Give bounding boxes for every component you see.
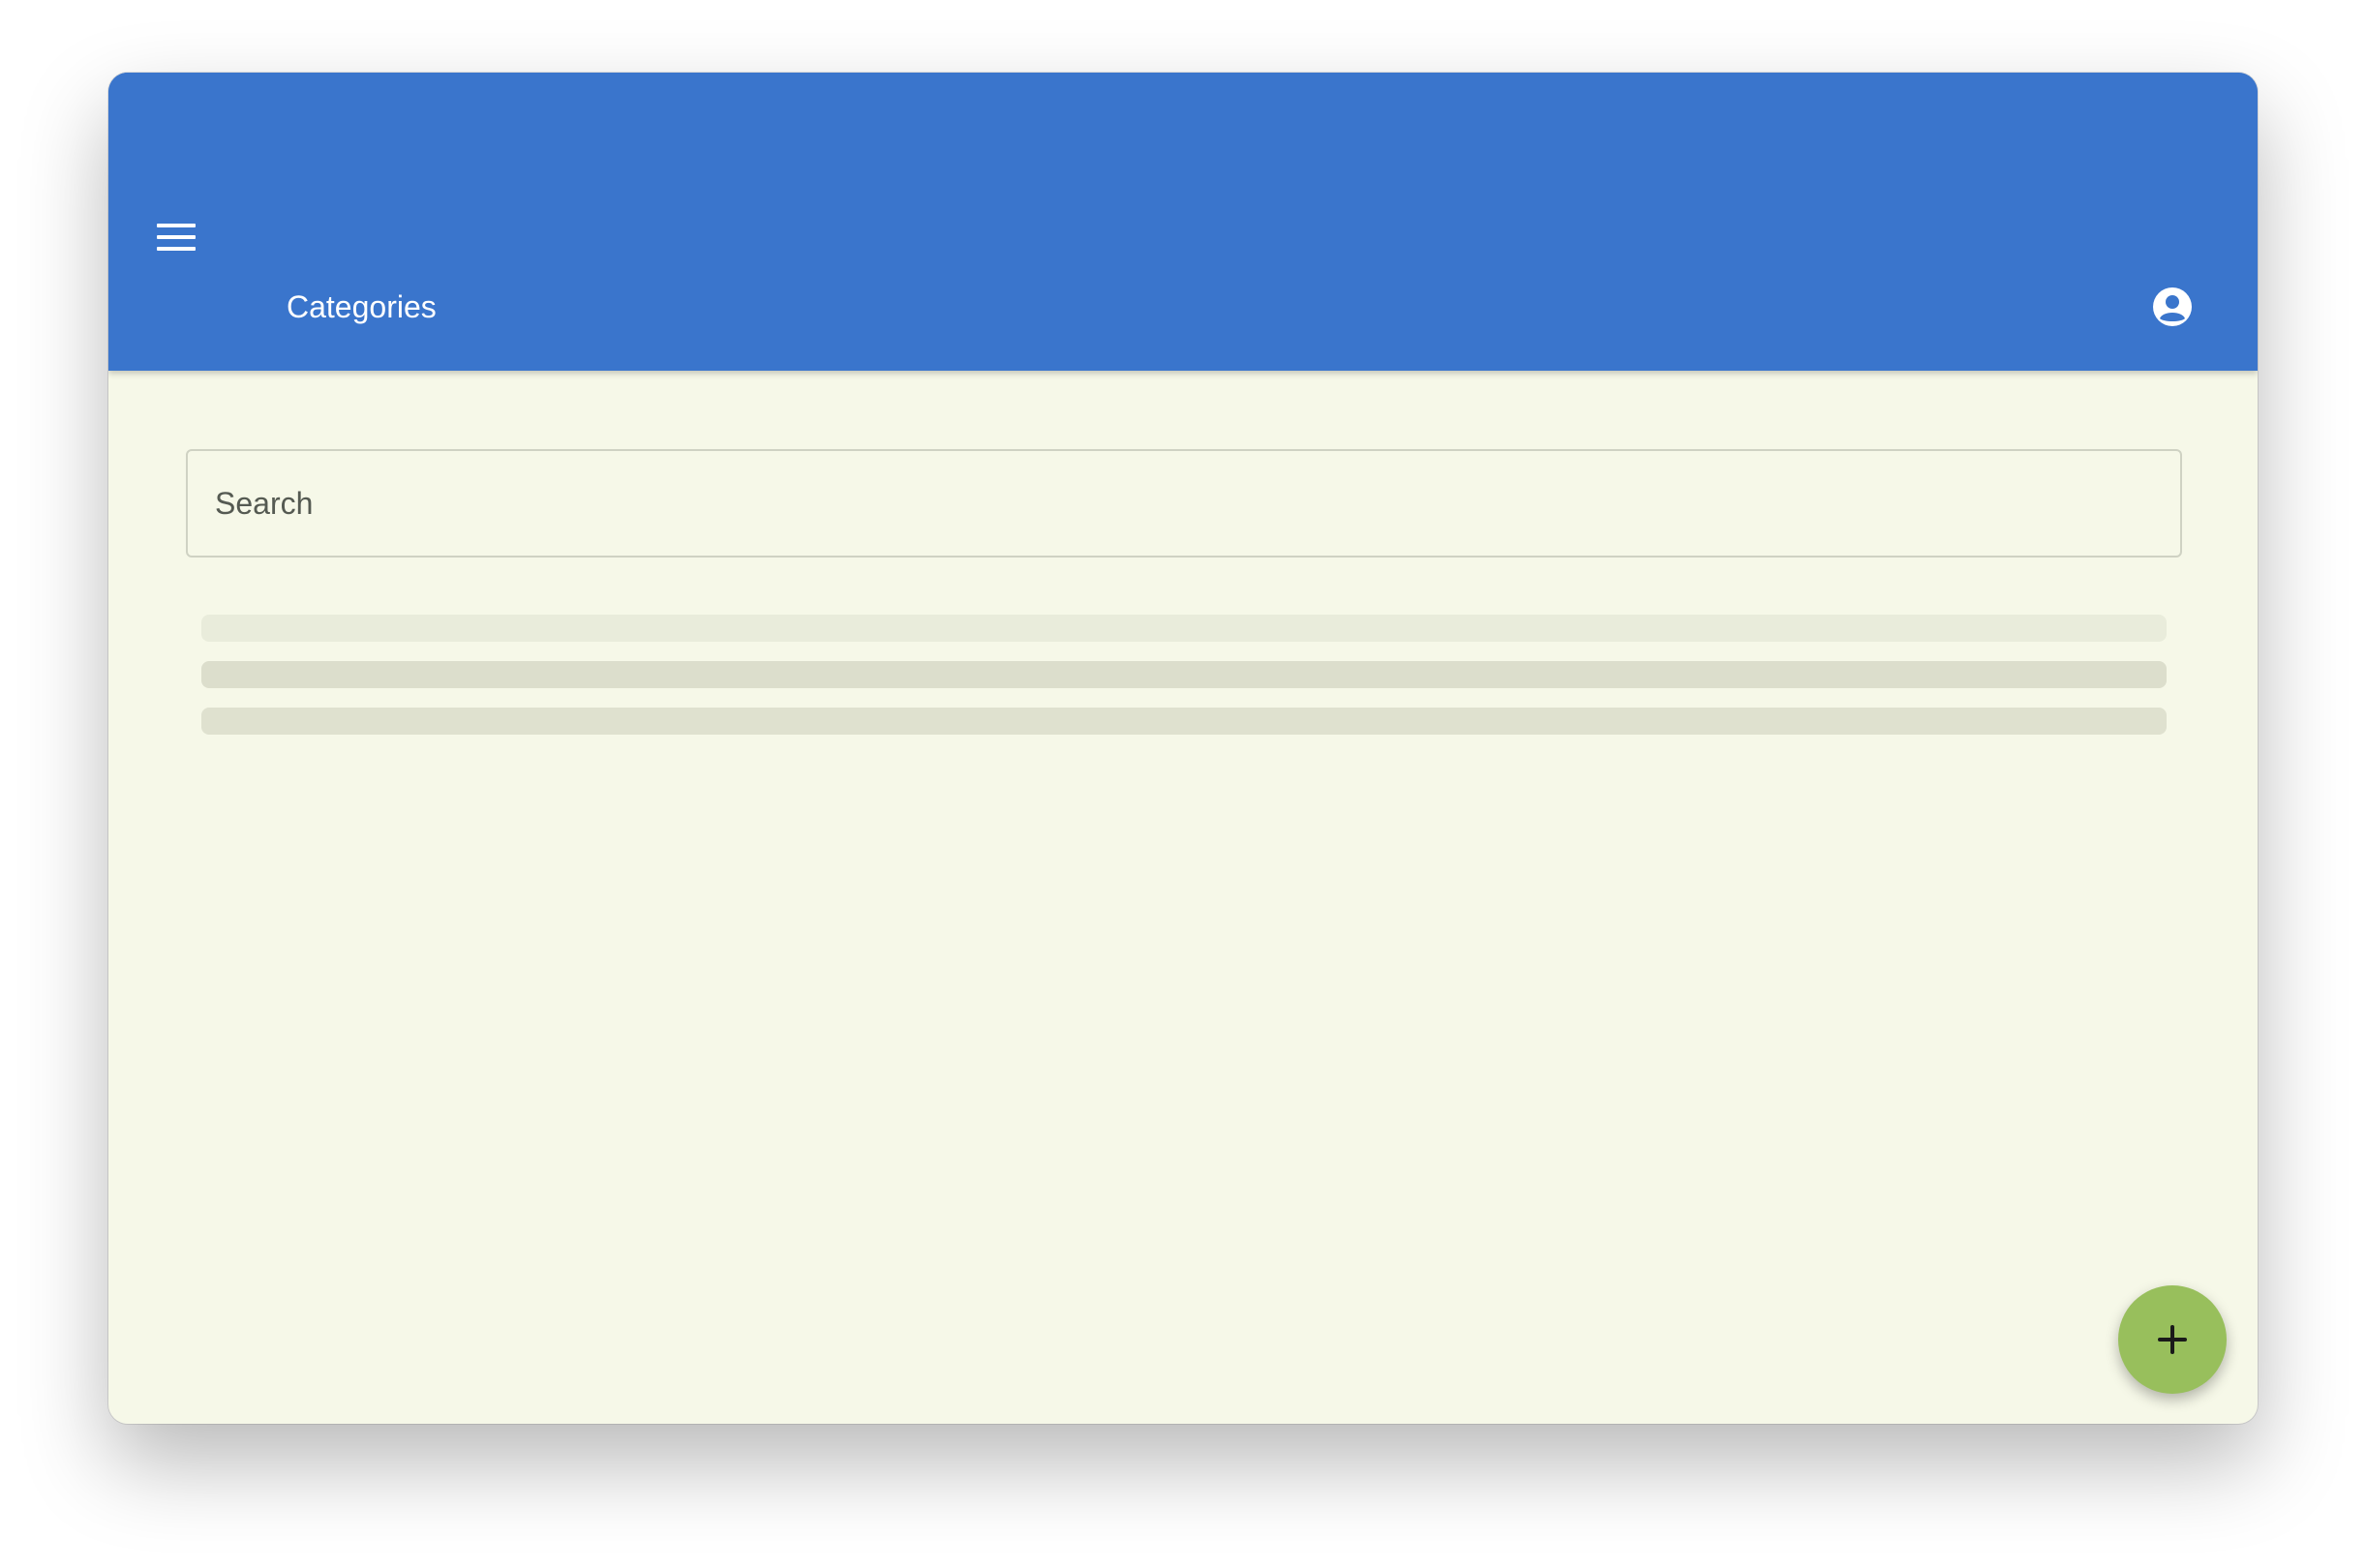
browser-window: A A localhost xyxy=(108,73,2258,1424)
page-title: Categories xyxy=(287,289,437,324)
loading-skeleton-row xyxy=(201,615,2167,642)
search-input[interactable] xyxy=(186,449,2182,558)
add-category-button[interactable] xyxy=(2118,1285,2227,1394)
menu-icon[interactable] xyxy=(157,224,196,253)
loading-skeleton-row xyxy=(201,708,2167,735)
account-circle-icon[interactable] xyxy=(2151,286,2194,328)
app-bar: Categories xyxy=(108,73,2258,371)
loading-skeleton-row xyxy=(201,661,2167,688)
plus-icon xyxy=(2158,1325,2187,1354)
